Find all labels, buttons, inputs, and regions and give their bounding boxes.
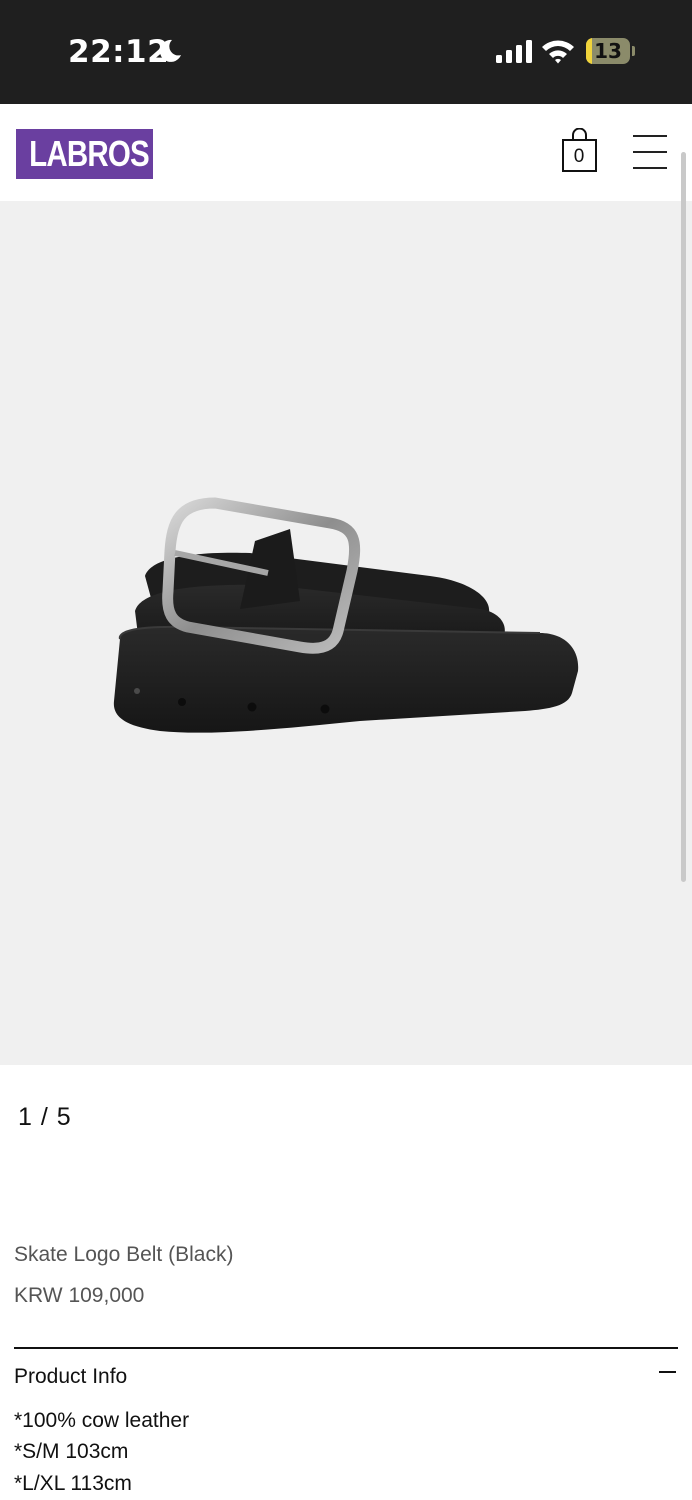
brand-logo-text: LABROS	[29, 133, 150, 174]
product-image-gallery[interactable]	[0, 201, 692, 1065]
battery-percentage: 13	[594, 39, 622, 63]
battery-icon: 13	[586, 38, 630, 64]
site-header: LABROS 0	[0, 104, 692, 201]
product-name: Skate Logo Belt (Black)	[14, 1243, 234, 1266]
cart-count: 0	[573, 146, 585, 167]
product-info-line: *100% cow leather	[14, 1409, 190, 1432]
product-price: KRW 109,000	[14, 1284, 145, 1307]
wifi-icon	[542, 40, 574, 64]
brand-logo[interactable]: LABROS	[16, 129, 153, 179]
menu-bar	[633, 135, 667, 137]
page-scrollbar[interactable]	[681, 152, 686, 882]
hamburger-menu-icon[interactable]	[633, 134, 667, 170]
belt-product-image	[113, 497, 579, 733]
product-info-line: *L/XL 113cm	[14, 1472, 132, 1495]
collapse-minus-icon[interactable]	[659, 1371, 676, 1373]
cart-button[interactable]: 0	[560, 127, 600, 174]
image-counter: 1 / 5	[18, 1103, 72, 1131]
menu-bar	[633, 151, 667, 153]
moon-icon	[159, 39, 181, 62]
battery-nub	[632, 46, 635, 56]
status-time: 22:12	[68, 34, 170, 70]
product-info-title[interactable]: Product Info	[14, 1365, 127, 1389]
product-info-line: *S/M 103cm	[14, 1440, 129, 1463]
status-bar: 22:12 13	[0, 0, 692, 104]
signal-icon	[496, 40, 532, 63]
menu-bar	[633, 167, 667, 169]
section-divider	[14, 1347, 678, 1349]
